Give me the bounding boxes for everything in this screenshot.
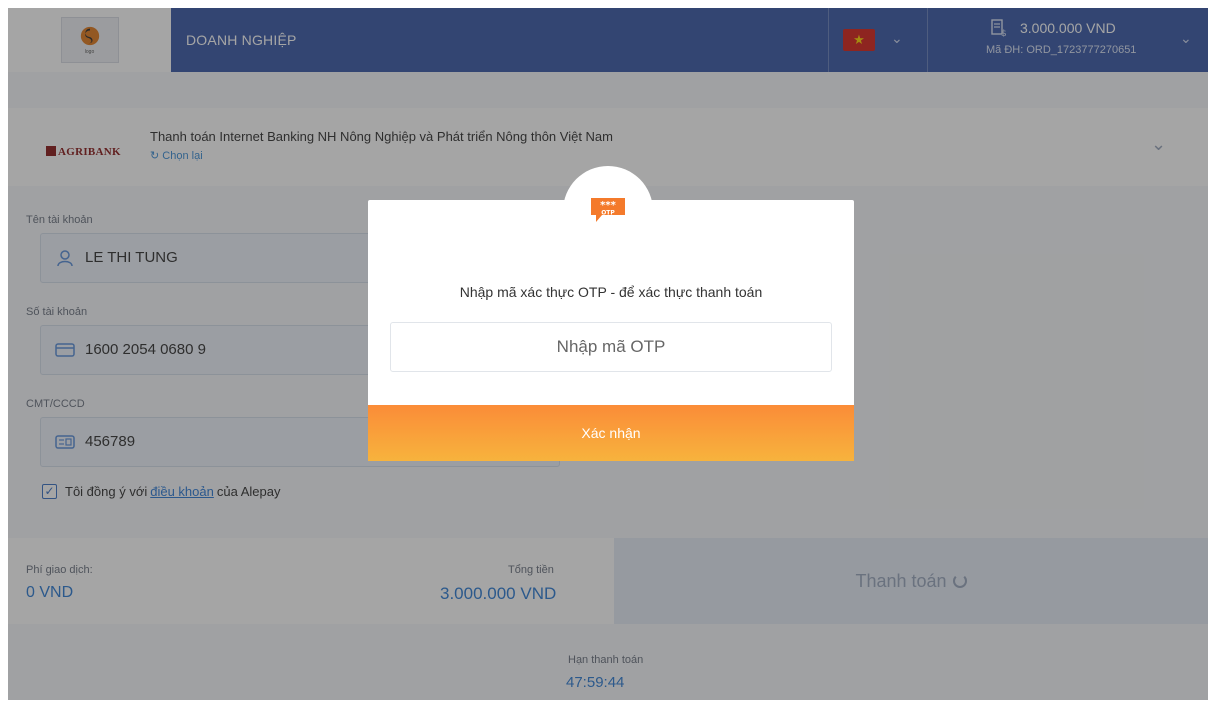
- otp-input[interactable]: [390, 322, 832, 372]
- confirm-button[interactable]: Xác nhận: [368, 405, 854, 461]
- payment-page: logo DOANH NGHIỆP ★ ⌄ $ 3.000.000 VND Mã…: [8, 8, 1208, 700]
- otp-badge: *** OTP: [563, 166, 653, 256]
- otp-badge-text: OTP: [601, 210, 615, 217]
- otp-dialog-title: Nhập mã xác thực OTP - để xác thực thanh…: [459, 284, 763, 300]
- otp-chat-icon: *** OTP: [591, 198, 625, 222]
